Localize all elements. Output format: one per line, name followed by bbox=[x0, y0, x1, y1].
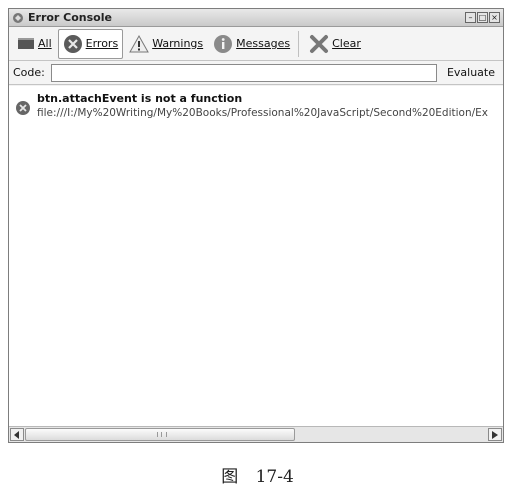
scrollbar-thumb[interactable] bbox=[25, 428, 295, 441]
filter-all-label: All bbox=[38, 37, 52, 50]
minimize-button[interactable]: – bbox=[465, 12, 476, 23]
error-icon bbox=[63, 34, 83, 54]
clear-x-icon bbox=[309, 34, 329, 54]
caption-number: 17-4 bbox=[255, 467, 294, 487]
filter-all-button[interactable]: All bbox=[13, 29, 56, 59]
filter-messages-label: Messages bbox=[236, 37, 291, 50]
app-icon bbox=[13, 12, 23, 23]
horizontal-scrollbar[interactable] bbox=[9, 426, 503, 442]
scroll-left-button[interactable] bbox=[10, 428, 24, 441]
info-icon bbox=[213, 34, 233, 54]
error-icon bbox=[15, 100, 31, 120]
figure-caption: 图 17-4 bbox=[0, 462, 515, 487]
arrow-left-icon bbox=[14, 430, 19, 439]
close-button[interactable]: × bbox=[489, 12, 500, 23]
filter-warnings-button[interactable]: Warnings bbox=[125, 29, 207, 59]
maximize-button[interactable]: □ bbox=[477, 12, 488, 23]
scroll-right-button[interactable] bbox=[488, 428, 502, 441]
code-label: Code: bbox=[13, 66, 45, 79]
all-list-icon bbox=[17, 37, 35, 51]
grip-icon bbox=[157, 432, 167, 437]
list-item[interactable]: btn.attachEvent is not a function file:/… bbox=[9, 86, 503, 120]
arrow-right-icon bbox=[492, 430, 498, 439]
filter-warnings-label: Warnings bbox=[152, 37, 204, 50]
toolbar-separator bbox=[298, 30, 300, 57]
filter-errors-button[interactable]: Errors bbox=[57, 28, 124, 59]
evaluate-button[interactable]: Evaluate bbox=[443, 66, 499, 79]
clear-label: Clear bbox=[332, 37, 361, 50]
error-console-window: Error Console – □ × All Errors Warnings … bbox=[8, 8, 504, 443]
filter-toolbar: All Errors Warnings Messages Clear bbox=[9, 27, 503, 61]
warning-icon bbox=[129, 34, 150, 54]
title-bar[interactable]: Error Console – □ × bbox=[9, 9, 503, 27]
code-bar: Code: Evaluate bbox=[9, 61, 503, 85]
error-source-link[interactable]: file:///I:/My%20Writing/My%20Books/Profe… bbox=[37, 106, 488, 120]
message-list[interactable]: btn.attachEvent is not a function file:/… bbox=[9, 86, 503, 426]
filter-errors-label: Errors bbox=[85, 37, 119, 50]
window-title: Error Console bbox=[28, 11, 112, 24]
clear-button[interactable]: Clear bbox=[305, 29, 365, 59]
filter-messages-button[interactable]: Messages bbox=[209, 29, 294, 59]
code-input[interactable] bbox=[51, 63, 437, 82]
error-message: btn.attachEvent is not a function bbox=[37, 92, 243, 105]
caption-prefix: 图 bbox=[221, 467, 239, 487]
